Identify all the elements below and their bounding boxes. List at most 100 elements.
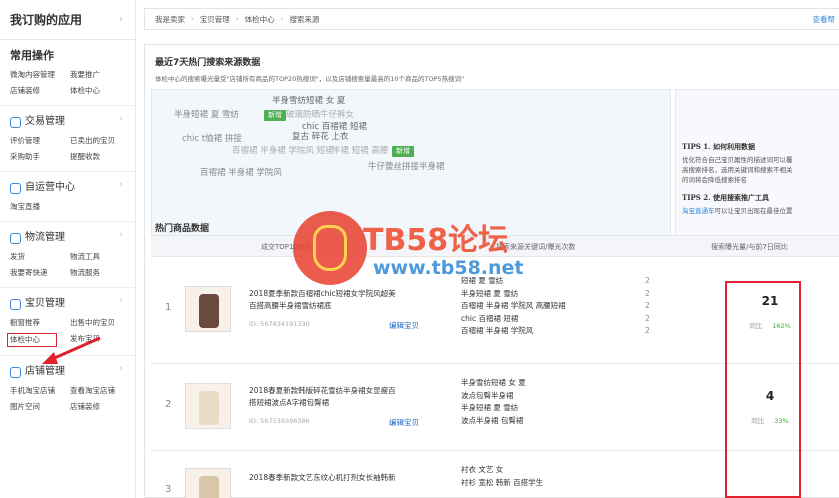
tip1-title: TIPS 1. 如何利用数据 — [682, 142, 755, 151]
common-ops-group: 常用操作 微淘内容管理 我要推广 店铺装修 体检中心 — [0, 40, 135, 106]
cloud-word[interactable]: 半裙 短裙 高腰 — [332, 144, 388, 156]
breadcrumb-item[interactable]: 我是卖家 — [155, 14, 185, 25]
cloud-word[interactable]: 牛仔蕾丝拼接半身裙 — [368, 160, 445, 172]
self-ops-group-head[interactable]: 自运营中心 — [10, 178, 135, 198]
keyword-item: 百褶裙 半身裙 学院风 — [461, 326, 534, 335]
table-header: 成交TOP10宝贝 搜索来源关键词/曝光次数 搜索曝光量/与前7日同比 — [151, 235, 839, 257]
keyword-list: 半身雪纺短裙 女 夏 波点包臀半身裙 半身短裙 夏 雪纺 波点半身裙 包臀裙 — [461, 377, 526, 427]
product-name[interactable]: 2018夏季新款百褶裙chic短裙女学院风超美 百搭高腰半身裙雪纺裙底 — [249, 288, 417, 312]
cloud-word[interactable]: 半身雪纺短裙 女 夏 — [272, 94, 345, 106]
keyword-count: 2 — [645, 326, 650, 335]
column-header: 搜索曝光量/与前7日同比 — [711, 243, 788, 251]
product-id: ID: 567834191330 — [249, 320, 310, 328]
breadcrumb-item-current: 搜索来源 — [289, 14, 320, 24]
sidebar-link-express[interactable]: 我要寄快递 — [10, 267, 70, 279]
sidebar-link-images[interactable]: 图片空间 — [10, 401, 70, 413]
sidebar-link-showcase[interactable]: 橱窗推荐 — [10, 317, 70, 329]
sidebar: 我订购的应用 › 常用操作 微淘内容管理 我要推广 店铺装修 体检中心 交易管理… — [0, 0, 136, 498]
cloud-word[interactable]: 百褶裙 半身裙 学院风 — [200, 166, 282, 178]
sidebar-link-checkup[interactable]: 体检中心 — [70, 85, 130, 97]
breadcrumb-item[interactable]: 体检中心 — [245, 14, 275, 25]
chevron-right-icon[interactable]: › — [119, 230, 123, 240]
breadcrumb-separator: › — [191, 15, 194, 23]
truck-icon — [10, 232, 21, 244]
keyword-item: 半身短裙 夏 雪纺 — [461, 288, 519, 298]
sidebar-link-decorate[interactable]: 店铺装修 — [10, 85, 70, 97]
logistics-group-title: 物流管理 — [25, 232, 65, 243]
self-ops-group: 自运营中心 › 淘宝直播 — [0, 172, 135, 222]
sidebar-link-promote[interactable]: 我要推广 — [70, 69, 130, 81]
yen-icon — [10, 116, 21, 128]
keyword-item: 百褶裙 半身裙 学院风 高腰短裙 — [461, 301, 566, 310]
highlight-box — [725, 281, 801, 498]
product-name-line: 2018春夏新款韩版碎花雪纺半身裙女显瘦百 — [249, 386, 396, 395]
section-description: 体检中心的搜索曝光量受"店铺所有商品的TOP20热搜词"，以及店铺搜索量最高的1… — [155, 75, 465, 83]
cloud-word[interactable]: 百褶裙 半身裙 学院风 短裙 — [232, 144, 334, 156]
sidebar-link-purchase[interactable]: 采购助手 — [10, 151, 70, 163]
breadcrumb: 我是卖家 › 宝贝管理 › 体检中心 › 搜索来源 查看帮 — [144, 8, 839, 30]
keyword-item: 半身短裙 夏 雪纺 — [461, 403, 519, 412]
keyword-counts: 2 2 2 2 2 — [645, 275, 650, 338]
shop-icon — [10, 366, 21, 378]
tip1-line: 高搜索排名，选用关键词和搜索不相关 — [682, 166, 793, 174]
chevron-right-icon[interactable]: › — [119, 364, 123, 374]
sidebar-link-sold[interactable]: 已卖出的宝贝 — [70, 135, 130, 147]
product-thumbnail[interactable] — [185, 286, 231, 332]
cloud-word[interactable]: 半身短裙 夏 雪纺 — [174, 108, 239, 120]
product-name-line: 百搭高腰半身裙雪纺裙底 — [249, 301, 332, 310]
edit-item-link[interactable]: 编辑宝贝 — [389, 320, 419, 331]
sidebar-link-shop-decorate[interactable]: 店铺装修 — [70, 401, 130, 413]
keyword-item: chic 百褶裙 短裙 — [461, 313, 519, 323]
new-tag: 新增 — [392, 146, 414, 157]
sidebar-link-ship[interactable]: 发货 — [10, 251, 70, 263]
chevron-right-icon[interactable]: › — [119, 180, 123, 190]
keyword-item: 短裙 夏 雪纺 — [461, 276, 504, 285]
sidebar-link-wetao[interactable]: 微淘内容管理 — [10, 69, 70, 81]
keyword-item: 波点包臀半身裙 — [461, 390, 514, 400]
logistics-group-head[interactable]: 物流管理 — [10, 228, 135, 248]
trade-group-head[interactable]: 交易管理 — [10, 112, 135, 132]
keyword-list: 衬衣 文艺 女 衬衫 宽松 韩新 百搭学生 — [461, 464, 543, 489]
sidebar-link-logistics-tools[interactable]: 物流工具 — [70, 251, 130, 263]
tip1-line: 优化符合自己宝贝属性的描述词可以覆 — [682, 156, 793, 164]
sidebar-title-text: 我订购的应用 — [10, 13, 83, 27]
keyword-item: 半身雪纺短裙 女 夏 — [461, 378, 526, 387]
sidebar-link-view-shop[interactable]: 查看淘宝店铺 — [70, 385, 130, 397]
breadcrumb-item[interactable]: 宝贝管理 — [200, 14, 230, 25]
keyword-item: 衬衣 文艺 女 — [461, 465, 504, 474]
product-id: ID: 567539396386 — [249, 417, 310, 425]
sidebar-link-remind[interactable]: 提醒收款 — [70, 151, 130, 163]
product-thumbnail[interactable] — [185, 468, 231, 498]
sidebar-link-live[interactable]: 淘宝直播 — [10, 201, 70, 213]
help-link[interactable]: 查看帮 — [813, 14, 836, 25]
sidebar-title[interactable]: 我订购的应用 › — [0, 0, 135, 40]
cloud-word[interactable]: chic t恤裙 拼接 — [182, 132, 242, 144]
product-name-line: 搭短裙波点A字裙包臀裙 — [249, 398, 330, 407]
product-name[interactable]: 2018春季新款文艺东纹心机打剂女长袖韩新 — [249, 472, 417, 484]
column-header: 成交TOP10宝贝 — [261, 243, 312, 251]
logistics-group: 物流管理 › 发货 物流工具 我要寄快递 物流服务 — [0, 222, 135, 288]
cloud-word[interactable]: 玻璃防晒牛仔裤女 — [286, 108, 354, 120]
chevron-right-icon[interactable]: › — [119, 114, 123, 124]
trade-group: 交易管理 › 评价管理 已卖出的宝贝 采购助手 提醒收款 — [0, 106, 135, 172]
sidebar-link-logistics-service[interactable]: 物流服务 — [70, 267, 130, 279]
column-header: 搜索来源关键词/曝光次数 — [496, 243, 576, 251]
sidebar-link-reviews[interactable]: 评价管理 — [10, 135, 70, 147]
product-name[interactable]: 2018春夏新款韩版碎花雪纺半身裙女显瘦百 搭短裙波点A字裙包臀裙 — [249, 385, 417, 409]
section-title-hot-search: 最近7天热门搜索来源数据 — [155, 58, 261, 68]
breadcrumb-separator: › — [235, 15, 239, 23]
chevron-right-icon[interactable]: › — [119, 296, 123, 306]
cloud-word[interactable]: 复古 碎花 上衣 — [292, 130, 348, 142]
section-title-hot-items: 热门商品数据 — [155, 224, 210, 234]
row-rank: 2 — [165, 399, 172, 410]
tip2-body: 淘宝直通车可以让宝贝出现在最佳位置 — [682, 206, 839, 216]
keyword-count: 2 — [645, 276, 650, 285]
product-thumbnail[interactable] — [185, 383, 231, 429]
edit-item-link[interactable]: 编辑宝贝 — [389, 417, 419, 428]
items-group-head[interactable]: 宝贝管理 — [10, 294, 135, 314]
sidebar-link-on-sale[interactable]: 出售中的宝贝 — [70, 317, 130, 329]
sidebar-link-mobile-shop[interactable]: 手机淘宝店铺 — [10, 385, 70, 397]
keyword-item: 衬衫 宽松 韩新 百搭学生 — [461, 477, 544, 487]
ztc-link[interactable]: 淘宝直通车 — [682, 207, 715, 215]
new-tag: 新增 — [264, 110, 286, 121]
